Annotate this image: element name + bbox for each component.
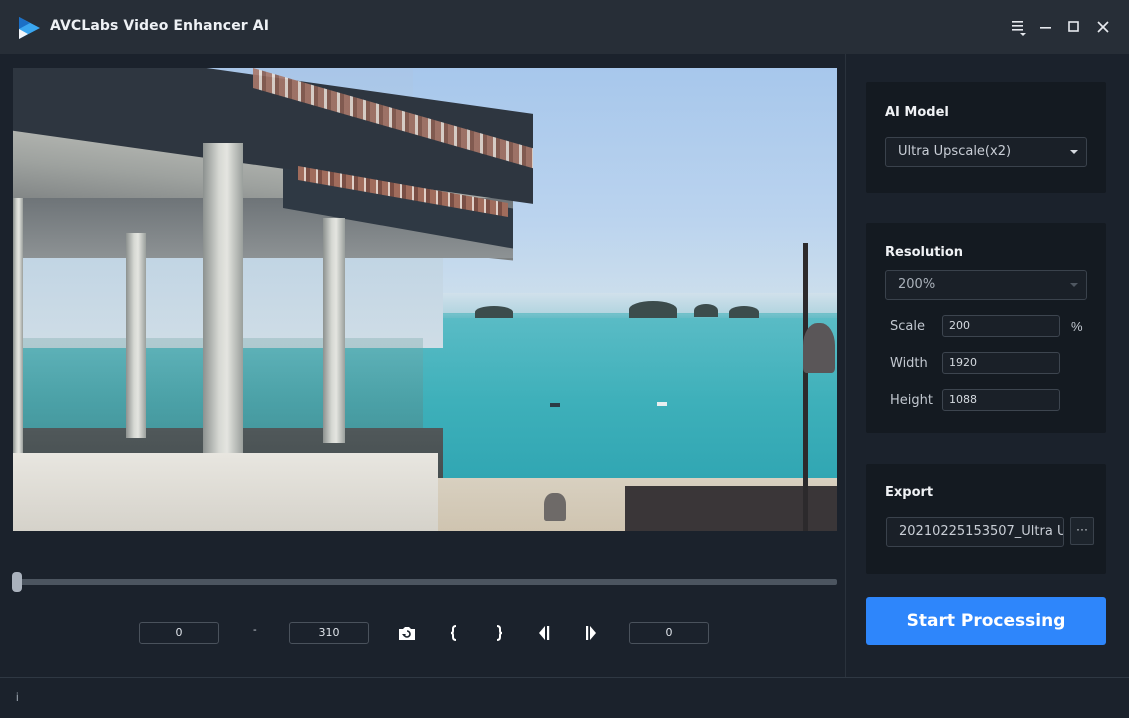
title-bar: AVCLabs Video Enhancer AI <box>0 0 1129 54</box>
step-back-icon[interactable] <box>535 624 555 642</box>
resolution-select[interactable]: 200% <box>885 270 1087 300</box>
chevron-down-icon <box>1070 150 1078 154</box>
width-label: Width <box>890 356 928 371</box>
ai-model-select[interactable]: Ultra Upscale(x2) <box>885 137 1087 167</box>
preview-panel: 0 - 310 0 <box>0 54 846 677</box>
camera-icon[interactable] <box>397 624 417 642</box>
video-preview <box>13 68 837 531</box>
status-text: i <box>16 690 19 704</box>
lantern <box>544 493 566 521</box>
boat <box>657 402 667 406</box>
left-brace-icon[interactable] <box>444 624 464 642</box>
island <box>629 301 677 318</box>
timeline-track[interactable] <box>17 579 837 585</box>
island <box>729 306 759 318</box>
height-input[interactable]: 1088 <box>942 389 1060 411</box>
pillar <box>126 233 146 438</box>
island <box>475 306 513 318</box>
step-forward-icon[interactable] <box>581 624 601 642</box>
lantern <box>803 323 835 373</box>
chevron-down-icon <box>1070 283 1078 287</box>
scale-label: Scale <box>890 319 925 334</box>
resolution-value: 200% <box>898 277 936 292</box>
pillar <box>323 218 345 443</box>
current-frame-input[interactable]: 0 <box>629 622 709 644</box>
boat <box>550 403 560 407</box>
start-processing-button[interactable]: Start Processing <box>866 597 1106 645</box>
export-filename-input[interactable]: 20210225153507_Ultra U <box>886 517 1064 547</box>
ai-model-title: AI Model <box>885 105 949 120</box>
height-label: Height <box>890 393 933 408</box>
app-title: AVCLabs Video Enhancer AI <box>50 18 270 34</box>
close-icon[interactable] <box>1093 17 1113 37</box>
end-frame-input[interactable]: 310 <box>289 622 369 644</box>
resolution-card: Resolution 200% Scale 200 % Width 1920 H… <box>866 223 1106 433</box>
ai-model-card: AI Model Ultra Upscale(x2) <box>866 82 1106 193</box>
minimize-icon[interactable] <box>1036 17 1056 37</box>
width-input[interactable]: 1920 <box>942 352 1060 374</box>
scale-unit: % <box>1071 319 1083 334</box>
island <box>694 304 718 317</box>
right-brace-icon[interactable] <box>489 624 509 642</box>
maximize-icon[interactable] <box>1064 17 1084 37</box>
status-bar: i <box>0 678 1129 718</box>
browse-button[interactable]: ··· <box>1070 517 1094 545</box>
start-frame-input[interactable]: 0 <box>139 622 219 644</box>
scale-input[interactable]: 200 <box>942 315 1060 337</box>
deck-wall <box>13 453 438 531</box>
lamp-pole <box>803 243 808 531</box>
hamburger-menu-icon[interactable] <box>1009 17 1029 37</box>
ai-model-value: Ultra Upscale(x2) <box>898 144 1012 159</box>
timeline-handle[interactable] <box>12 572 22 592</box>
pillar <box>203 143 243 458</box>
range-separator: - <box>253 624 257 636</box>
export-title: Export <box>885 485 934 500</box>
export-card: Export 20210225153507_Ultra U ··· <box>866 464 1106 574</box>
resolution-title: Resolution <box>885 245 964 260</box>
app-logo-icon <box>16 15 42 41</box>
